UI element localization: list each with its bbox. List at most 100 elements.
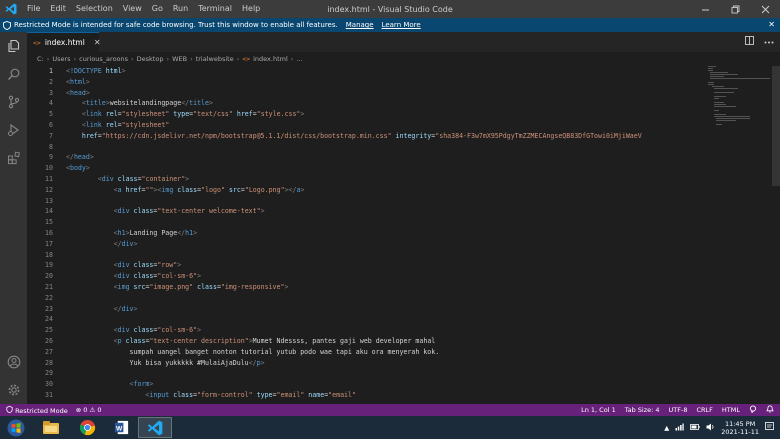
breadcrumb-users[interactable]: Users <box>52 55 70 63</box>
code-area[interactable]: <!DOCTYPE html> <html> <head> <title>websi… <box>66 66 706 404</box>
code-line[interactable] <box>66 196 706 207</box>
vscode-taskbar-icon[interactable] <box>138 417 172 438</box>
code-token: Landing Page <box>129 228 178 237</box>
more-actions-icon[interactable] <box>764 37 774 47</box>
settings-gear-icon[interactable] <box>4 380 23 399</box>
line-number: 30 <box>45 380 53 389</box>
editor-scrollbar[interactable] <box>772 66 780 404</box>
manage-link[interactable]: Manage <box>346 21 374 29</box>
code-line[interactable]: </head> <box>66 152 706 163</box>
code-line[interactable]: <div class="col-sm-6"> <box>66 325 706 336</box>
problems-status[interactable]: ⊗ 0 ⚠ 0 <box>76 406 102 414</box>
code-line[interactable]: <title>websitelandingpage</title> <box>66 98 706 109</box>
end-of-line[interactable]: CRLF <box>696 406 712 414</box>
windows-start-icon[interactable] <box>3 417 29 438</box>
code-line[interactable] <box>66 368 706 379</box>
code-line[interactable]: sumpah uangel banget nonton tutorial yut… <box>66 347 706 358</box>
network-icon[interactable] <box>675 423 684 433</box>
feedback-icon[interactable] <box>749 405 757 415</box>
code-line[interactable] <box>66 293 706 304</box>
chrome-icon[interactable] <box>70 417 104 438</box>
close-window-button[interactable] <box>750 0 780 18</box>
code-line[interactable] <box>66 142 706 153</box>
file-explorer-icon[interactable] <box>34 417 68 438</box>
code-line[interactable]: </div> <box>66 239 706 250</box>
code-line[interactable]: <html> <box>66 77 706 88</box>
breadcrumb-web[interactable]: WEB <box>172 55 187 63</box>
code-line[interactable]: Yuk bisa yukkkkk #MulaiAjaDulu</p> <box>66 358 706 369</box>
code-line[interactable]: <input class="form-control" type="email"… <box>66 390 706 401</box>
restore-button[interactable] <box>720 0 750 18</box>
code-line[interactable] <box>66 314 706 325</box>
code-line[interactable]: <link rel="stylesheet" type="text/css" h… <box>66 109 706 120</box>
breadcrumb-trialwebsite[interactable]: trialwebsite <box>196 55 234 63</box>
code-line[interactable]: <h1>Landing Page</h1> <box>66 228 706 239</box>
learn-more-link[interactable]: Learn More <box>382 21 421 29</box>
battery-icon[interactable] <box>690 423 700 432</box>
line-number: 15 <box>45 218 53 227</box>
code-line[interactable] <box>66 250 706 261</box>
clock[interactable]: 11:45 PM 2021-11-11 <box>721 420 759 436</box>
menu-selection[interactable]: Selection <box>71 0 118 18</box>
code-token: > <box>260 358 265 367</box>
volume-icon[interactable] <box>706 423 715 433</box>
code-line[interactable]: <head> <box>66 88 706 99</box>
code-line[interactable]: <body> <box>66 163 706 174</box>
code-token: </ <box>177 228 186 237</box>
code-line[interactable]: <link rel="stylesheet" <box>66 120 706 131</box>
show-hidden-icons-icon[interactable]: ▲ <box>664 424 669 432</box>
language-mode[interactable]: HTML <box>722 406 740 414</box>
run-debug-icon[interactable] <box>4 120 23 139</box>
breadcrumb-drive[interactable]: C: <box>37 55 44 63</box>
menu-edit[interactable]: Edit <box>45 0 71 18</box>
word-icon[interactable]: W <box>104 417 138 438</box>
code-line[interactable]: <div class="col-sm-6"> <box>66 271 706 282</box>
code-line[interactable]: <div class="row"> <box>66 260 706 271</box>
notifications-bell-icon[interactable] <box>766 405 774 415</box>
code-token: head <box>73 153 90 162</box>
code-line[interactable]: <div class="text-center welcome-text"> <box>66 206 706 217</box>
breadcrumb-file[interactable]: index.html <box>253 55 288 63</box>
breadcrumb-user[interactable]: curious_aroons <box>79 55 128 63</box>
code-line[interactable]: <img src="image.png" class="img-responsi… <box>66 282 706 293</box>
menu-file[interactable]: File <box>22 0 45 18</box>
extensions-icon[interactable] <box>4 148 23 167</box>
explorer-icon[interactable] <box>4 36 23 55</box>
code-line[interactable]: </div> <box>66 304 706 315</box>
source-control-icon[interactable] <box>4 92 23 111</box>
menu-terminal[interactable]: Terminal <box>193 0 237 18</box>
code-token: > <box>121 67 126 75</box>
tab-size[interactable]: Tab Size: 4 <box>625 406 660 414</box>
restricted-mode-status[interactable]: Restricted Mode <box>6 405 68 415</box>
breadcrumb-desktop[interactable]: Desktop <box>137 55 164 63</box>
menu-view[interactable]: View <box>118 0 147 18</box>
menu-run[interactable]: Run <box>168 0 193 18</box>
menu-help[interactable]: Help <box>237 0 265 18</box>
breadcrumb-symbol[interactable]: ... <box>296 55 302 63</box>
cursor-position[interactable]: Ln 1, Col 1 <box>581 406 616 414</box>
minimap[interactable] <box>708 66 770 126</box>
account-icon[interactable] <box>4 352 23 371</box>
code-line[interactable]: href="https://cdn.jsdelivr.net/npm/boots… <box>66 131 706 142</box>
code-line[interactable]: <!DOCTYPE html> <box>66 66 706 77</box>
code-editor[interactable]: 1 2 3 4 5 6 7 8 9 10 11 12 13 14 15 16 17 18 19 20 21 22 23 24 2… <box>27 66 780 404</box>
code-token: > <box>133 239 138 248</box>
encoding[interactable]: UTF-8 <box>669 406 688 414</box>
code-line[interactable]: <div class="container"> <box>66 174 706 185</box>
code-line[interactable]: <form> <box>66 379 706 390</box>
minimize-button[interactable] <box>690 0 720 18</box>
split-editor-icon[interactable] <box>745 36 754 48</box>
banner-close-icon[interactable]: ✕ <box>768 18 775 32</box>
code-token: "email" <box>328 390 356 399</box>
code-line[interactable]: <a href=""><img class="logo" src="Logo.p… <box>66 185 706 196</box>
tab-close-icon[interactable]: ✕ <box>94 38 101 47</box>
scrollbar-thumb[interactable] <box>772 66 780 186</box>
menu-go[interactable]: Go <box>147 0 168 18</box>
code-line[interactable] <box>66 217 706 228</box>
code-token: > <box>209 99 213 108</box>
code-line[interactable]: <p class="text-center description">Mumet… <box>66 336 706 347</box>
notification-center-icon[interactable] <box>765 422 774 433</box>
line-number: 20 <box>45 272 53 281</box>
search-icon[interactable] <box>4 64 23 83</box>
tab-index-html[interactable]: <> index.html ✕ <box>27 32 101 52</box>
